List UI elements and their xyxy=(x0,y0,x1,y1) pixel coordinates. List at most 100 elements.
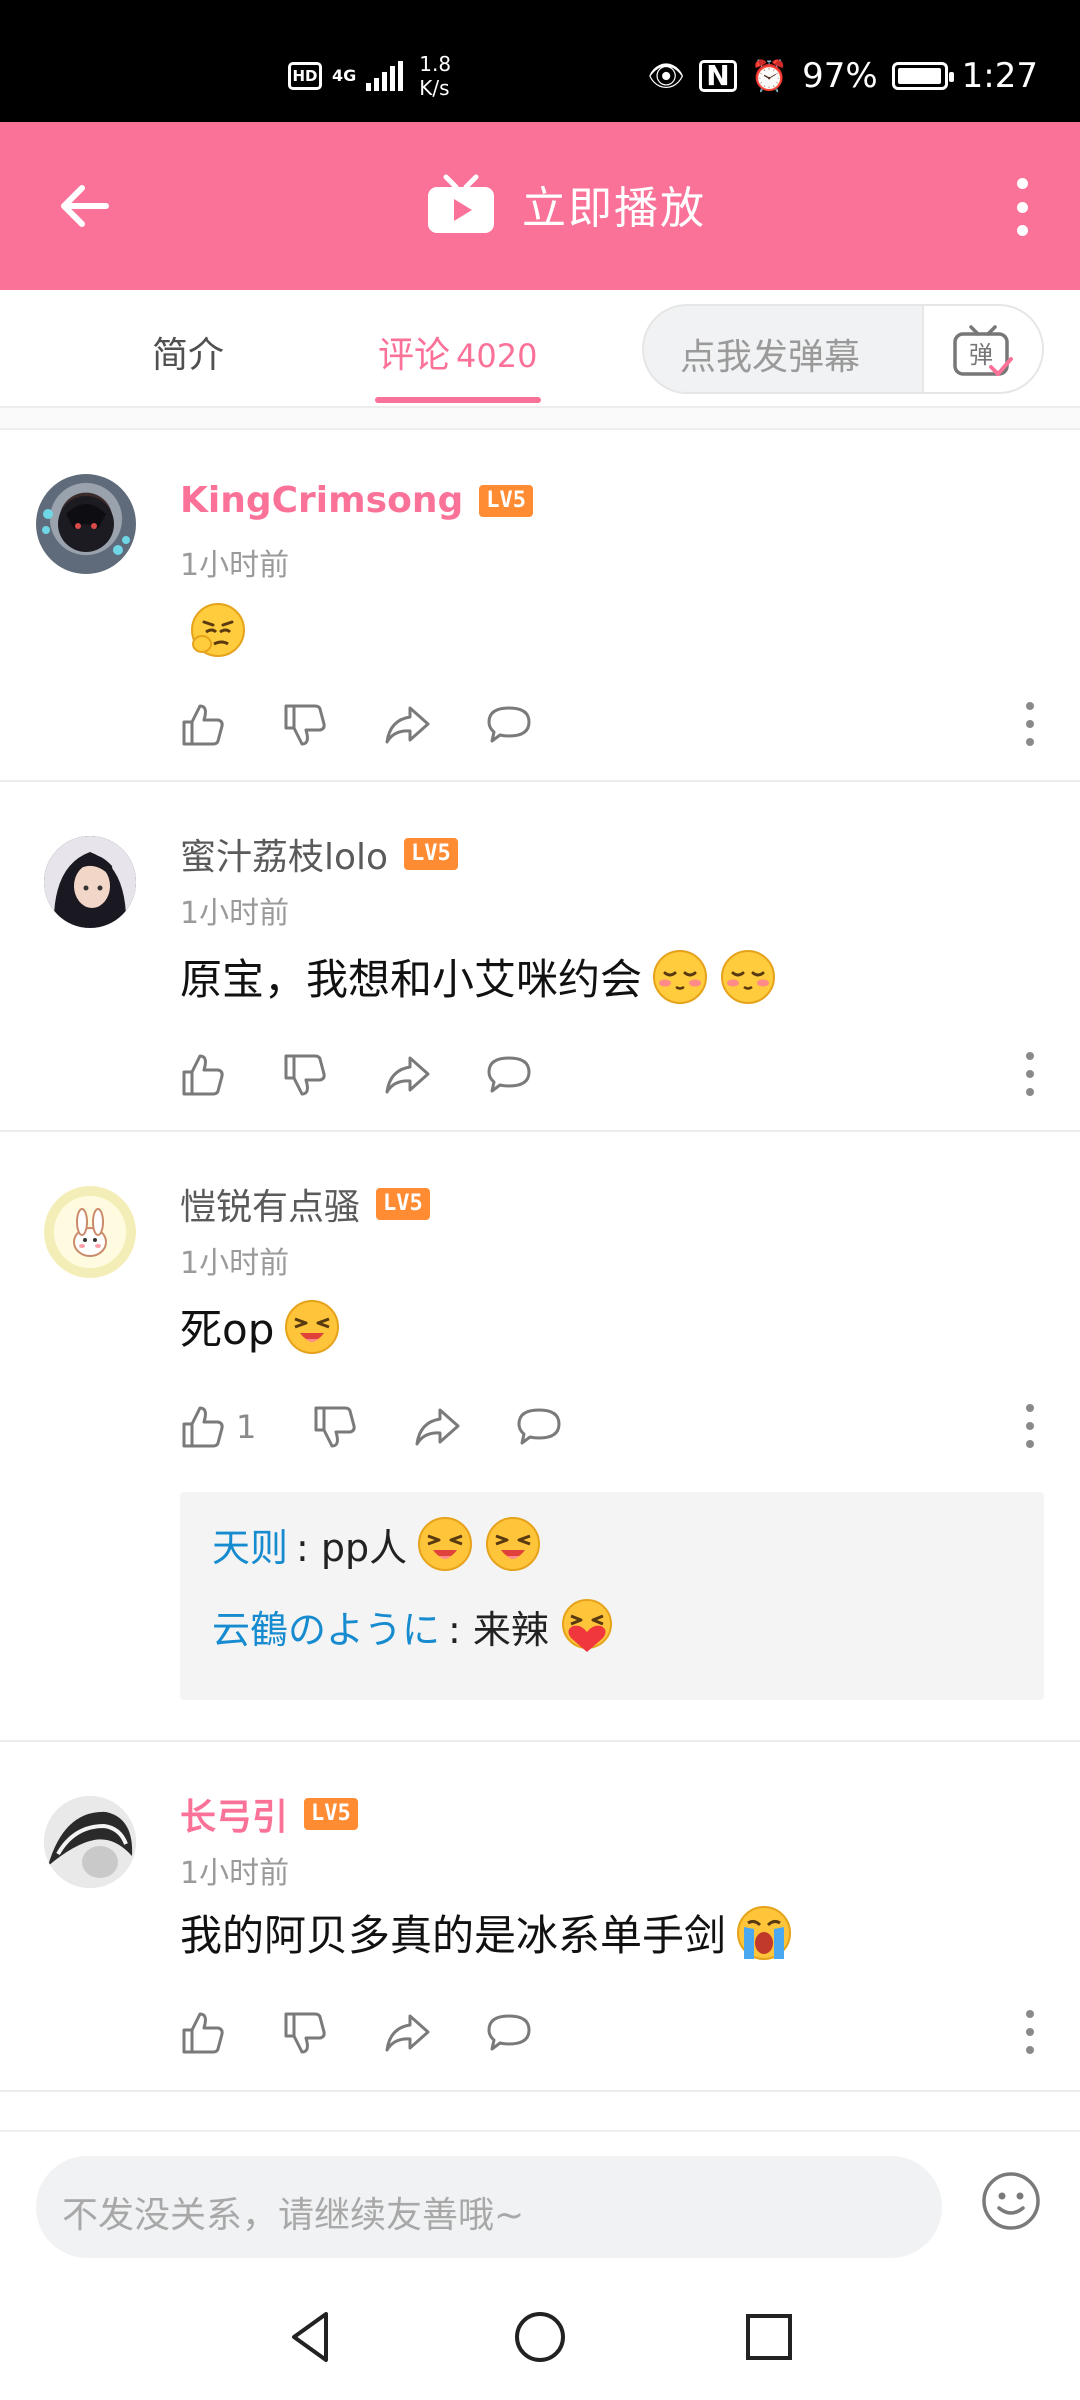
section-divider xyxy=(0,408,1080,430)
tab-intro[interactable]: 简介 xyxy=(152,326,224,378)
nfc-icon: N xyxy=(699,60,737,92)
danmaku-placeholder: 点我发弹幕 xyxy=(680,337,861,378)
dislike-button[interactable] xyxy=(312,1404,358,1450)
recents-square-icon[interactable] xyxy=(738,2306,800,2368)
comment-actions xyxy=(180,2010,588,2056)
comment-username[interactable]: 蜜汁荔枝lolo LV5 xyxy=(180,828,458,880)
crying-emoji-icon xyxy=(737,1905,792,1960)
reply-button[interactable] xyxy=(486,1052,532,1098)
like-button[interactable] xyxy=(180,1052,226,1098)
arrow-left-icon[interactable] xyxy=(54,176,114,236)
share-button[interactable] xyxy=(414,1404,460,1450)
reply-username[interactable]: 云鶴のように xyxy=(212,1599,440,1654)
comment-username[interactable]: 长弓引 LV5 xyxy=(180,1788,358,1840)
reply-text: : 来辣 xyxy=(448,1607,549,1652)
share-icon xyxy=(385,706,430,744)
dislike-button[interactable] xyxy=(282,1052,328,1098)
reply-button[interactable] xyxy=(516,1404,562,1450)
comment-text: 我的阿贝多真的是冰系单手剑 xyxy=(180,1902,794,1963)
danmaku-input[interactable]: 点我发弹幕 弹 xyxy=(642,304,1044,394)
more-vertical-icon[interactable] xyxy=(1014,178,1030,236)
comment-item: 蜜汁荔枝lolo LV5 1小时前 原宝，我想和小艾咪约会 xyxy=(0,782,1080,1132)
back-triangle-icon[interactable] xyxy=(280,2306,342,2368)
clock: 1:27 xyxy=(961,56,1038,96)
comment-more-icon[interactable] xyxy=(1024,1404,1036,1448)
reply-text: : pp人 xyxy=(296,1525,408,1570)
thumb-up-icon xyxy=(182,1406,224,1448)
share-button[interactable] xyxy=(384,1052,430,1098)
comment-item: 愷锐有点骚 LV5 1小时前 死op 1 天则: pp人 云鶴のように: 来辣 xyxy=(0,1132,1080,1742)
reply-item[interactable]: 天则: pp人 xyxy=(212,1514,543,1574)
dislike-button[interactable] xyxy=(282,702,328,748)
emoji-face-icon[interactable] xyxy=(980,2170,1042,2232)
comment-item: KingCrimsong LV5 1小时前 xyxy=(0,432,1080,782)
battery-percent: 97% xyxy=(802,56,878,96)
like-button[interactable] xyxy=(180,2010,226,2056)
like-button[interactable]: 1 xyxy=(180,1404,256,1450)
alarm-icon: ⏰ xyxy=(750,58,789,94)
like-button[interactable] xyxy=(180,702,226,748)
comment-time: 1小时前 xyxy=(180,548,290,583)
comment-more-icon[interactable] xyxy=(1024,702,1036,746)
share-icon xyxy=(385,1056,430,1094)
shy-emoji-icon xyxy=(653,949,708,1004)
status-left: HD 4G 1.8 K/s xyxy=(288,52,451,100)
danmaku-button[interactable]: 弹 xyxy=(922,306,1042,392)
play-now-button[interactable]: 立即播放 xyxy=(426,172,706,236)
comment-more-icon[interactable] xyxy=(1024,1052,1036,1096)
reply-button[interactable] xyxy=(486,702,532,748)
thumb-up-icon xyxy=(182,2012,224,2054)
avatar[interactable] xyxy=(44,1796,136,1888)
comment-actions xyxy=(180,702,588,748)
share-button[interactable] xyxy=(384,2010,430,2056)
comment-input[interactable]: 不发没关系，请继续友善哦~ xyxy=(36,2156,942,2258)
share-button[interactable] xyxy=(384,702,430,748)
net-speed: 1.8 K/s xyxy=(419,52,452,100)
comment-time: 1小时前 xyxy=(180,1856,290,1891)
tab-indicator xyxy=(375,397,541,403)
comment-time: 1小时前 xyxy=(180,1246,290,1281)
thumb-up-icon xyxy=(182,704,224,746)
comment-time: 1小时前 xyxy=(180,896,290,931)
dislike-button[interactable] xyxy=(282,2010,328,2056)
status-bar: HD 4G 1.8 K/s 👁 N ⏰ 97% 1:27 xyxy=(0,0,1080,122)
reply-item[interactable]: 云鶴のように: 来辣 xyxy=(212,1596,617,1656)
comment-text: 原宝，我想和小艾咪约会 xyxy=(180,946,778,1007)
like-count: 1 xyxy=(236,1408,257,1446)
comment-input-placeholder: 不发没关系，请继续友善哦~ xyxy=(62,2195,525,2236)
level-badge: LV5 xyxy=(479,484,533,517)
avatar[interactable] xyxy=(44,836,136,928)
shy-emoji-icon xyxy=(721,949,776,1004)
system-nav-bar xyxy=(0,2274,1080,2400)
reply-button[interactable] xyxy=(486,2010,532,2056)
home-circle-icon[interactable] xyxy=(509,2306,571,2368)
thumb-down-icon xyxy=(284,704,326,746)
eye-icon: 👁 xyxy=(647,58,686,94)
comment-username[interactable]: KingCrimsong LV5 xyxy=(180,480,533,521)
tab-comments-label: 评论 xyxy=(378,335,451,376)
comment-more-icon[interactable] xyxy=(1024,2010,1036,2054)
thumb-down-icon xyxy=(314,1406,357,1448)
avatar[interactable] xyxy=(44,1186,136,1278)
comment-bubble-icon xyxy=(487,2014,531,2051)
tab-comments[interactable]: 评论 4020 xyxy=(378,326,537,378)
avatar[interactable] xyxy=(36,474,136,574)
level-badge: LV5 xyxy=(304,1798,358,1830)
thumb-up-icon xyxy=(182,1054,224,1096)
comment-input-bar: 不发没关系，请继续友善哦~ xyxy=(0,2130,1080,2274)
danmaku-tv-icon: 弹 xyxy=(953,325,1013,376)
comment-text xyxy=(180,600,248,660)
status-right: 👁 N ⏰ 97% 1:27 xyxy=(647,56,1038,96)
svg-text:弹: 弹 xyxy=(969,341,993,369)
comment-username[interactable]: 愷锐有点骚 LV5 xyxy=(180,1178,430,1230)
tab-comments-count: 4020 xyxy=(456,337,538,375)
drooling-emoji-icon xyxy=(418,1517,473,1571)
comment-actions: 1 xyxy=(180,1404,618,1450)
reply-username[interactable]: 天则 xyxy=(212,1517,288,1572)
tv-play-icon xyxy=(428,174,494,233)
comment-actions xyxy=(180,1052,588,1098)
reply-preview-box[interactable]: 天则: pp人 云鶴のように: 来辣 xyxy=(180,1492,1044,1700)
comment-text: 死op xyxy=(180,1296,342,1357)
share-icon xyxy=(415,1408,460,1446)
network-type: 4G xyxy=(332,66,357,85)
